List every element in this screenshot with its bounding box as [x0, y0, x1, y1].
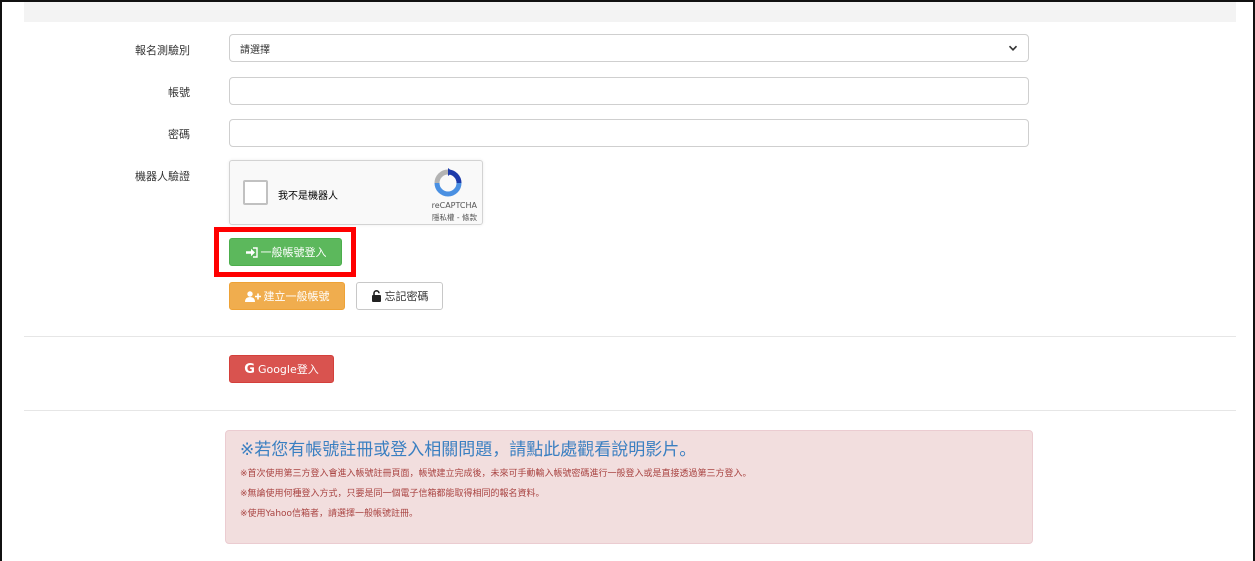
google-login-button[interactable]: G Google登入: [229, 355, 334, 383]
recaptcha-privacy-terms-link[interactable]: 隱私權 - 條款: [432, 212, 477, 223]
google-login-label: Google登入: [257, 363, 319, 376]
exam-type-select[interactable]: 請選擇: [229, 34, 1029, 62]
exam-type-selected: 請選擇: [240, 44, 270, 56]
unlock-icon: [371, 290, 381, 302]
password-label: 密碼: [168, 128, 190, 141]
forgot-password-label: 忘記密碼: [384, 290, 429, 303]
help-video-link[interactable]: ※若您有帳號註冊或登入相關問題，請點此處觀看說明影片。: [240, 439, 1018, 461]
notice-line: ※首次使用第三方登入會進入帳號註冊頁面，帳號建立完成後，未來可手動輸入帳號密碼進…: [240, 469, 752, 479]
robot-verification-label: 機器人驗證: [135, 170, 190, 183]
top-strip: [24, 2, 1236, 22]
user-plus-icon: [244, 290, 261, 302]
recaptcha-brand: reCAPTCHA: [431, 201, 477, 210]
section-divider: [24, 336, 1236, 337]
exam-type-label: 報名測驗別: [135, 44, 190, 57]
section-divider: [24, 410, 1236, 411]
notice-line: ※無論使用何種登入方式，只要是同一個電子信箱都能取得相同的報名資料。: [240, 489, 545, 499]
password-input[interactable]: [229, 119, 1029, 147]
account-input[interactable]: [229, 77, 1029, 105]
chevron-down-icon: [1008, 45, 1018, 51]
general-login-button[interactable]: 一般帳號登入: [229, 238, 342, 266]
recaptcha-text: 我不是機器人: [278, 191, 338, 202]
account-label: 帳號: [168, 86, 190, 99]
google-icon: G: [244, 361, 255, 377]
general-login-label: 一般帳號登入: [260, 246, 327, 259]
notice-line: ※使用Yahoo信箱者，請選擇一般帳號註冊。: [240, 509, 419, 519]
forgot-password-button[interactable]: 忘記密碼: [356, 282, 443, 310]
recaptcha-checkbox[interactable]: [243, 180, 268, 205]
create-account-button[interactable]: 建立一般帳號: [229, 282, 345, 310]
recaptcha-logo-icon: [434, 168, 462, 197]
recaptcha-widget: 我不是機器人 reCAPTCHA 隱私權 - 條款: [229, 160, 483, 225]
sign-in-icon: [245, 246, 258, 258]
create-account-label: 建立一般帳號: [263, 290, 330, 303]
notice-box: ※若您有帳號註冊或登入相關問題，請點此處觀看說明影片。 ※首次使用第三方登入會進…: [225, 430, 1033, 544]
